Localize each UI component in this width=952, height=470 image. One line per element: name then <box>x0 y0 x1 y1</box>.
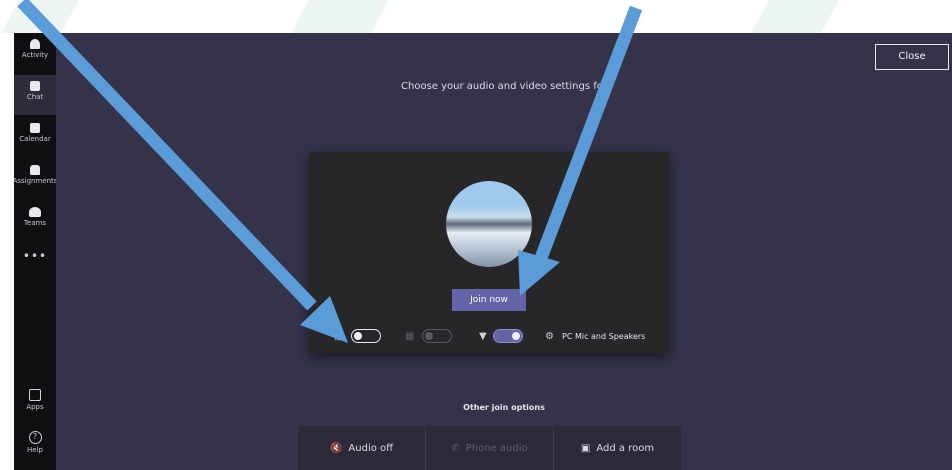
rail-item-help[interactable]: ? Help <box>14 427 56 467</box>
rail-item-label: Chat <box>26 93 44 101</box>
bell-icon <box>30 39 40 49</box>
rail-item-chat[interactable]: Chat <box>14 75 56 115</box>
blur-toggle[interactable] <box>422 329 452 343</box>
avatar <box>446 181 532 267</box>
other-join-options-title: Other join options <box>463 403 545 412</box>
option-label: Audio off <box>348 442 394 454</box>
rail-item-label: Teams <box>23 219 47 227</box>
rail-item-label: Help <box>27 446 43 454</box>
device-settings-link[interactable]: PC Mic and Speakers <box>562 332 645 341</box>
rail-item-label: Apps <box>26 403 44 411</box>
prejoin-screen: Close Choose your audio and video settin… <box>56 33 952 470</box>
toggle-knob <box>512 331 520 340</box>
left-app-rail: Activity Chat Calendar Assignments Teams… <box>12 33 58 470</box>
microphone-toggle[interactable] <box>493 329 523 343</box>
close-button[interactable]: Close <box>875 44 949 70</box>
audio-off-option[interactable]: 🔇 Audio off <box>298 426 426 470</box>
rail-item-calendar[interactable]: Calendar <box>14 117 56 157</box>
watermark-shape <box>751 0 839 33</box>
apps-icon <box>29 389 41 401</box>
other-join-options-bar: 🔇 Audio off ✆ Phone audio ▣ Add a room <box>298 426 681 470</box>
chat-icon <box>30 81 40 91</box>
background-blur-icon: ▦ <box>405 331 415 342</box>
phone-icon: ✆ <box>451 442 460 454</box>
rail-item-label: Calendar <box>19 135 51 143</box>
gear-icon[interactable]: ⚙ <box>545 331 554 342</box>
toggle-knob <box>425 331 433 340</box>
join-now-button[interactable]: Join now <box>452 289 526 311</box>
rail-item-teams[interactable]: Teams <box>14 201 56 241</box>
rail-item-activity[interactable]: Activity <box>14 33 56 73</box>
microphone-icon: ▼ <box>479 331 487 342</box>
option-label: Phone audio <box>465 442 528 454</box>
phone-audio-option[interactable]: ✆ Phone audio <box>426 426 554 470</box>
rail-item-assignments[interactable]: Assignments <box>12 159 58 199</box>
watermark-shape <box>291 0 389 33</box>
cast-icon: ▣ <box>580 442 591 454</box>
rail-item-label: Activity <box>21 51 49 59</box>
watermark-shape <box>1 0 79 33</box>
screenshot-stage: Activity Chat Calendar Assignments Teams… <box>0 0 952 470</box>
speaker-off-icon: 🔇 <box>329 442 343 454</box>
calendar-icon <box>30 123 40 133</box>
rail-item-more[interactable]: ••• <box>14 247 56 287</box>
teams-icon <box>29 207 41 217</box>
help-icon: ? <box>28 431 42 444</box>
camera-off-icon: ◫ <box>334 331 344 342</box>
assignments-icon <box>30 165 40 175</box>
camera-toggle[interactable] <box>351 329 381 343</box>
rail-item-label: Assignments <box>12 177 58 185</box>
toggle-knob <box>354 331 362 340</box>
rail-item-apps[interactable]: Apps <box>14 385 56 425</box>
add-a-room-option[interactable]: ▣ Add a room <box>554 426 681 470</box>
page-title: Choose your audio and video settings for <box>401 81 607 92</box>
more-icon: ••• <box>22 249 48 263</box>
option-label: Add a room <box>596 442 655 454</box>
video-preview-panel: Join now ◫ ▦ ▼ ⚙ PC Mic and Speakers <box>309 152 669 353</box>
